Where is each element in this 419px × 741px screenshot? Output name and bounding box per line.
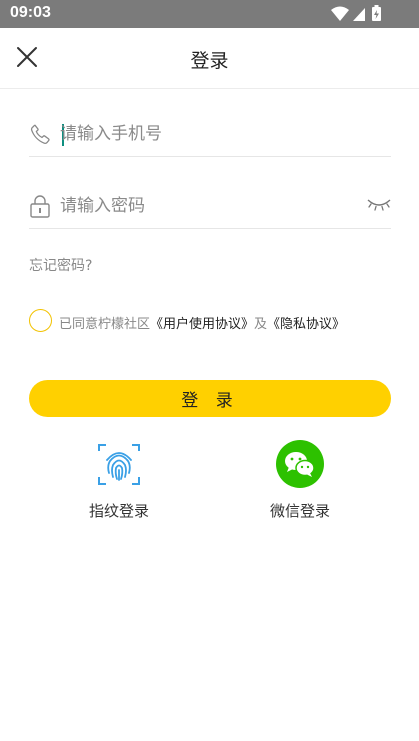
status-bar: 09:03 xyxy=(0,0,419,28)
title-bar: 登录 xyxy=(0,28,419,89)
agreement-prefix: 已同意柠檬社区 xyxy=(59,317,151,332)
wechat-icon-frame xyxy=(276,440,324,488)
password-field xyxy=(29,184,391,229)
agreement-text: 已同意柠檬社区《用户使用协议》及《隐私协议》 xyxy=(59,313,345,332)
forgot-password-link[interactable]: 忘记密码? xyxy=(29,255,92,275)
wechat-icon xyxy=(276,440,324,488)
login-button[interactable]: 登 录 xyxy=(29,380,391,417)
phone-icon xyxy=(30,124,50,144)
eye-closed-icon[interactable] xyxy=(367,197,391,213)
wifi-icon xyxy=(331,6,349,21)
fingerprint-icon xyxy=(98,444,140,485)
signal-icon xyxy=(353,8,365,21)
fingerprint-login-label: 指纹登录 xyxy=(88,502,149,520)
user-agreement-link[interactable]: 《用户使用协议》 xyxy=(150,317,254,332)
page-title: 登录 xyxy=(190,50,229,72)
system-icons xyxy=(331,5,391,27)
fingerprint-icon-frame xyxy=(95,440,143,488)
phone-field xyxy=(29,112,391,157)
phone-input[interactable] xyxy=(60,119,350,149)
agreement-checkbox[interactable] xyxy=(29,309,52,332)
privacy-agreement-link[interactable]: 《隐私协议》 xyxy=(267,317,345,332)
password-input[interactable] xyxy=(60,191,350,221)
wechat-login-button[interactable]: 微信登录 xyxy=(240,440,360,521)
agreement-conjunction: 及 xyxy=(254,317,268,332)
status-time: 09:03 xyxy=(10,4,51,21)
lock-icon xyxy=(30,195,50,218)
fingerprint-login-button[interactable]: 指纹登录 xyxy=(59,440,179,521)
wechat-login-label: 微信登录 xyxy=(269,502,330,520)
